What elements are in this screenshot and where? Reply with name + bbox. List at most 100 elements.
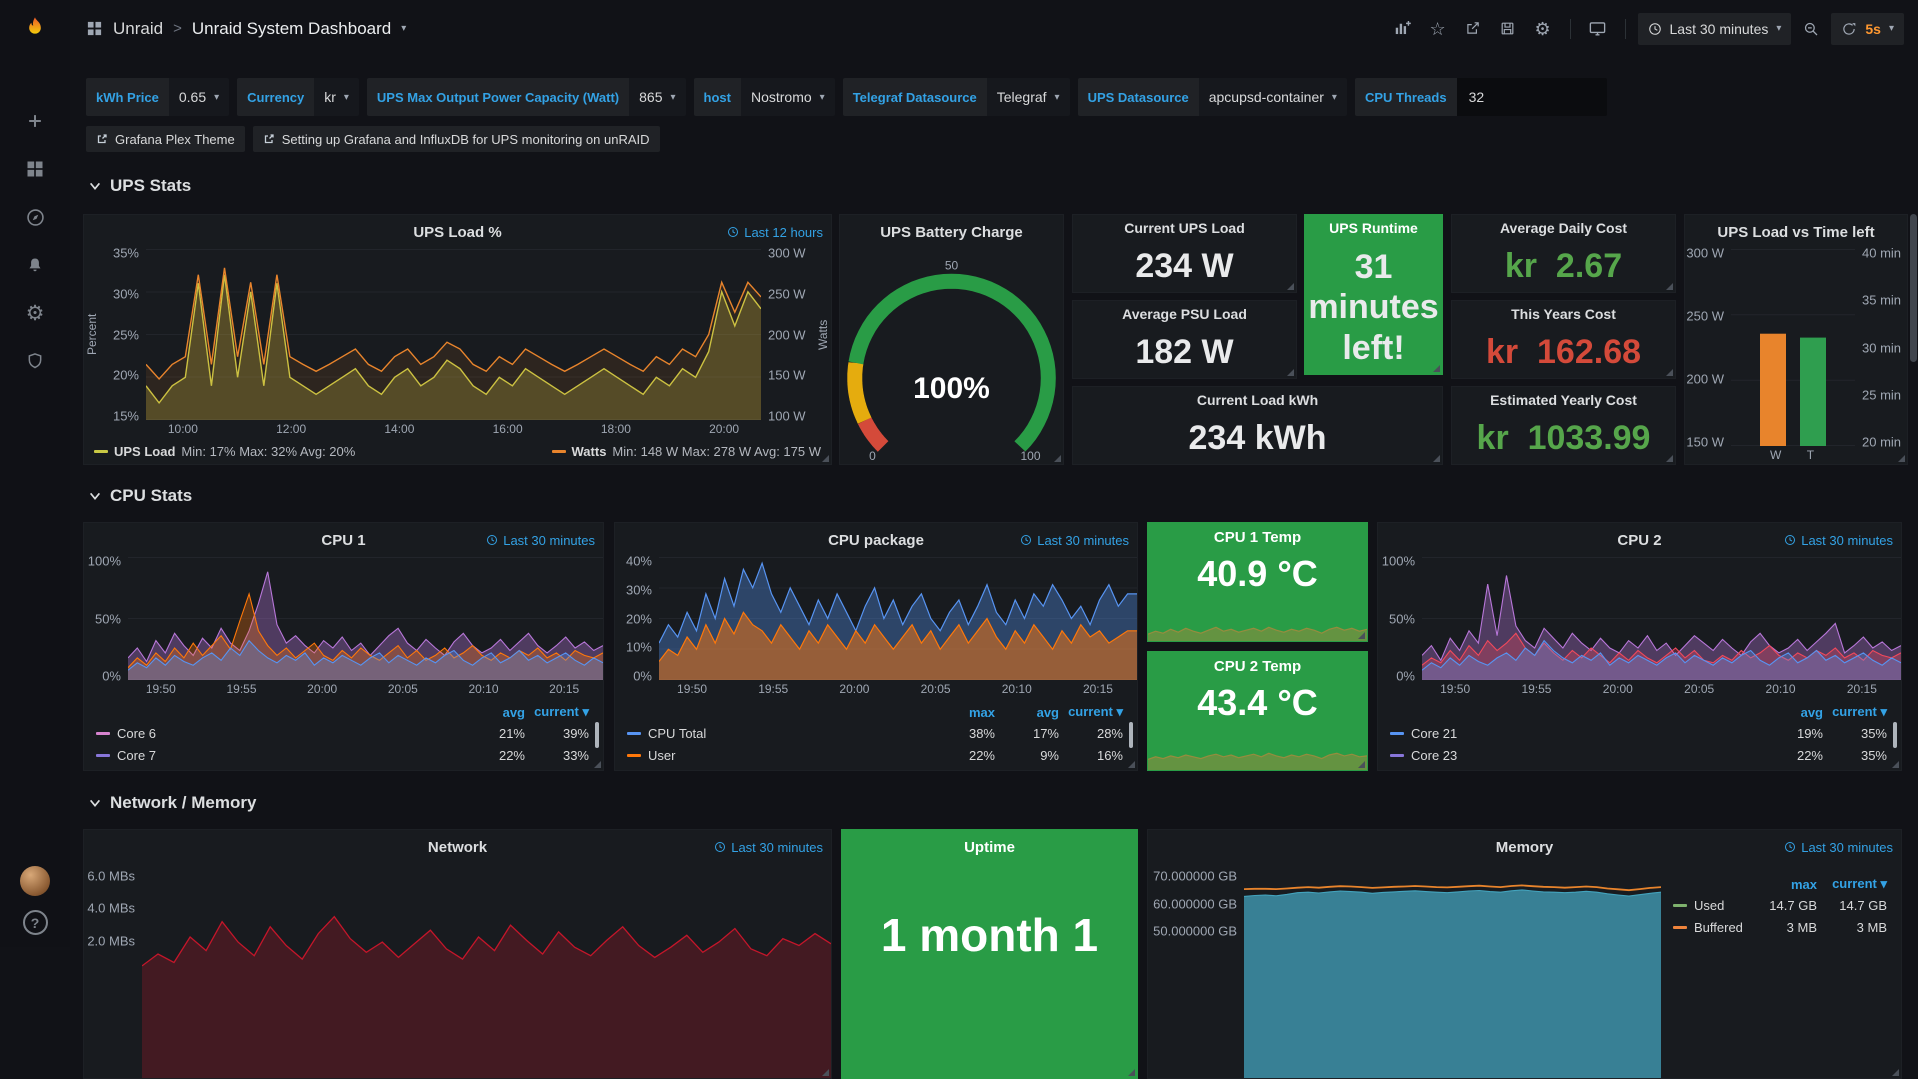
sidebar-item-server-admin[interactable] [0, 337, 70, 385]
add-panel-button[interactable] [1388, 14, 1418, 44]
dashboard-link-grafana-plex-theme[interactable]: Grafana Plex Theme [86, 126, 245, 152]
row-header-cpu-stats[interactable]: CPU Stats [88, 486, 192, 506]
panel-title[interactable]: CPU 2 [1617, 532, 1661, 549]
sidebar-item-configuration[interactable]: ⚙ [0, 289, 70, 337]
sidebar-item-explore[interactable] [0, 193, 70, 241]
chevron-down-icon[interactable]: ▾ [401, 23, 406, 34]
legend-scrollbar[interactable] [1129, 722, 1133, 748]
legend-table[interactable]: avgcurrent ▾Core 2119%35%Core 2322%35% [1378, 698, 1901, 770]
panel-title[interactable]: This Years Cost [1511, 306, 1616, 322]
zoom-out-icon [1802, 20, 1820, 38]
panel-title[interactable]: Uptime [964, 839, 1015, 856]
row-header-network-memory[interactable]: Network / Memory [88, 793, 256, 813]
help-button[interactable]: ? [23, 910, 48, 935]
variable-kwh-price: kWh Price 0.65▾ [86, 78, 229, 116]
variable-value-dropdown[interactable]: 0.65▾ [169, 78, 229, 116]
panel-title[interactable]: Estimated Yearly Cost [1490, 392, 1637, 408]
breadcrumb-folder[interactable]: Unraid [113, 19, 163, 39]
row-title: CPU Stats [110, 486, 192, 506]
memory-chart[interactable] [1244, 864, 1661, 1078]
panel-ups-battery-charge: UPS Battery Charge 050100 100% [839, 214, 1064, 465]
panel-time-override[interactable]: Last 12 hours [727, 215, 823, 249]
chevron-down-icon [88, 796, 102, 810]
variable-value-dropdown[interactable]: 865▾ [629, 78, 685, 116]
ups-vs-time-bars[interactable] [1731, 249, 1855, 446]
variable-value-dropdown[interactable]: Telegraf▾ [987, 78, 1070, 116]
star-dashboard-button[interactable]: ☆ [1423, 14, 1453, 44]
legend-table[interactable]: maxavgcurrent ▾CPU Total38%17%28%User22%… [615, 698, 1137, 770]
panel-title[interactable]: Average Daily Cost [1500, 220, 1627, 236]
refresh-picker[interactable]: 5s ▾ [1831, 13, 1904, 45]
network-chart[interactable] [142, 864, 831, 1078]
panel-title[interactable]: Current Load kWh [1197, 392, 1318, 408]
cpu2-chart[interactable] [1422, 557, 1901, 680]
chevron-down-icon: ▾ [820, 92, 825, 103]
dashboard-link-ups-monitoring-guide[interactable]: Setting up Grafana and InfluxDB for UPS … [253, 126, 660, 152]
refresh-interval-label: 5s [1865, 21, 1881, 37]
panel-title[interactable]: Average PSU Load [1122, 306, 1247, 322]
create-button[interactable] [0, 97, 70, 145]
zoom-out-time-button[interactable] [1796, 14, 1826, 44]
save-dashboard-button[interactable] [1493, 14, 1523, 44]
battery-gauge[interactable]: 050100 [840, 249, 1063, 464]
sidebar-item-alerting[interactable] [0, 241, 70, 289]
panel-title[interactable]: CPU 2 Temp [1214, 658, 1301, 675]
chart-legend[interactable]: UPS LoadMin: 17% Max: 32% Avg: 20%WattsM… [84, 438, 831, 464]
scrollbar-thumb[interactable] [1910, 214, 1917, 362]
cpu1-chart[interactable] [128, 557, 603, 680]
panel-title[interactable]: UPS Battery Charge [880, 224, 1023, 241]
variable-label: UPS Datasource [1078, 78, 1199, 116]
cpu-threads-input[interactable]: 32 [1457, 78, 1607, 116]
panel-title[interactable]: UPS Load vs Time left [1717, 224, 1874, 241]
cycle-view-mode-button[interactable] [1583, 14, 1613, 44]
divider [1625, 19, 1626, 39]
legend-scrollbar[interactable] [595, 722, 599, 748]
page-scrollbar[interactable] [1910, 0, 1917, 947]
x-axis-ticks: 19:5019:5520:0020:0520:1020:15 [1422, 680, 1895, 698]
time-override-label: Last 12 hours [744, 225, 823, 240]
grafana-logo-icon[interactable] [0, 0, 70, 57]
monitor-icon [1588, 19, 1607, 38]
variable-value-dropdown[interactable]: Nostromo▾ [741, 78, 835, 116]
panel-title[interactable]: Current UPS Load [1124, 220, 1245, 236]
panel-title[interactable]: Memory [1496, 839, 1554, 856]
dashboard-settings-button[interactable]: ⚙ [1528, 14, 1558, 44]
variable-value: apcupsd-container [1209, 89, 1324, 105]
legend-scrollbar[interactable] [1893, 722, 1897, 748]
legend-table[interactable]: maxcurrent ▾Used14.7 GB14.7 GBBuffered3 … [1661, 864, 1901, 1078]
legend-table[interactable]: avgcurrent ▾Core 621%39%Core 722%33% [84, 698, 603, 770]
panel-time-override[interactable]: Last 30 minutes [1020, 523, 1129, 557]
help-icon: ? [31, 915, 40, 931]
variable-label: host [694, 78, 741, 116]
ups-load-chart[interactable] [146, 249, 761, 420]
variable-telegraf-datasource: Telegraf Datasource Telegraf▾ [843, 78, 1070, 116]
clock-icon [1784, 841, 1796, 853]
panel-average-psu-load: Average PSU Load 182 W [1072, 300, 1297, 379]
share-dashboard-button[interactable] [1458, 14, 1488, 44]
panel-time-override[interactable]: Last 30 minutes [486, 523, 595, 557]
panel-title[interactable]: UPS Load % [413, 224, 501, 241]
panel-time-override[interactable]: Last 30 minutes [714, 830, 823, 864]
panel-title[interactable]: CPU package [828, 532, 924, 549]
variable-value-dropdown[interactable]: kr▾ [314, 78, 359, 116]
external-link-icon [263, 133, 275, 145]
panel-title[interactable]: Network [428, 839, 487, 856]
panel-title[interactable]: UPS Runtime [1329, 220, 1418, 236]
cpu-package-chart[interactable] [659, 557, 1137, 680]
chevron-down-icon: ▾ [344, 92, 349, 103]
clock-icon [727, 226, 739, 238]
sidebar-item-dashboards[interactable] [0, 145, 70, 193]
gear-icon: ⚙ [1534, 20, 1550, 38]
panel-time-override[interactable]: Last 30 minutes [1784, 830, 1893, 864]
panel-title[interactable]: CPU 1 Temp [1214, 529, 1301, 546]
time-range-picker[interactable]: Last 30 minutes ▾ [1638, 13, 1792, 45]
panel-time-override[interactable]: Last 30 minutes [1784, 523, 1893, 557]
row-header-ups-stats[interactable]: UPS Stats [88, 176, 191, 196]
panel-title[interactable]: CPU 1 [321, 532, 365, 549]
variable-value-dropdown[interactable]: apcupsd-container▾ [1199, 78, 1347, 116]
stat-value: 43.4 °C [1148, 680, 1367, 726]
dashboard-title[interactable]: Unraid System Dashboard [192, 19, 391, 39]
panel-cpu-package: CPU package Last 30 minutes 40%30%20%10%… [614, 522, 1138, 771]
variable-currency: Currency kr▾ [237, 78, 359, 116]
user-avatar[interactable] [20, 866, 50, 896]
